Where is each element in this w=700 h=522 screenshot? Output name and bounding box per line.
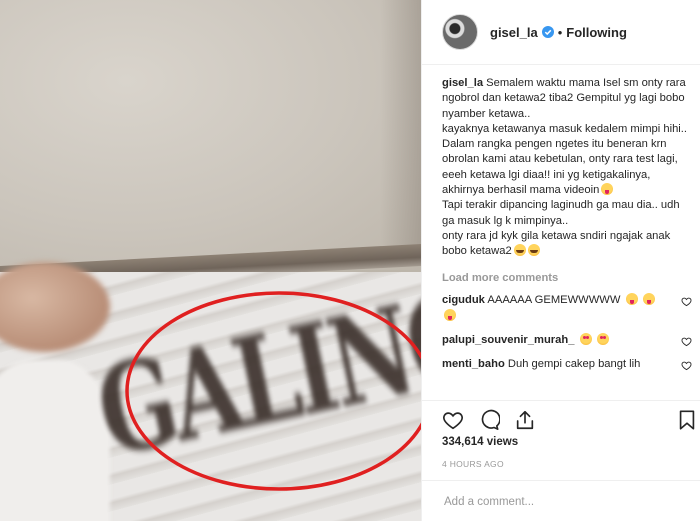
media-wall — [0, 0, 421, 270]
heart-icon[interactable] — [442, 409, 464, 431]
tongue-emoji-icon — [642, 292, 655, 305]
comment-bubble-icon[interactable] — [478, 409, 500, 431]
laughing-emoji-icon — [513, 244, 526, 257]
post-timestamp[interactable]: 4 HOURS AGO — [442, 459, 504, 469]
add-comment-input[interactable] — [442, 491, 686, 513]
tongue-emoji-icon — [444, 308, 456, 321]
comment-like-heart-icon[interactable] — [681, 360, 692, 371]
following-button[interactable]: Following — [566, 25, 627, 40]
comment-text: AAAAAA GEMEWWWWW — [487, 293, 621, 306]
post-media[interactable]: GALING — [0, 0, 421, 521]
avatar[interactable] — [442, 14, 478, 50]
tongue-emoji-icon — [625, 292, 638, 305]
comment-item: menti_baho Duh gempi cakep bangt lih — [442, 356, 692, 372]
comment-username[interactable]: menti_baho — [442, 358, 505, 370]
view-count[interactable]: 334,614 views — [442, 436, 518, 448]
header-username[interactable]: gisel_la — [490, 25, 538, 40]
add-comment-bar — [422, 480, 700, 522]
caption-line-4: onty rara jd kyk gila ketawa sndiri ngaj… — [442, 229, 671, 258]
post-caption: gisel_la Semalem waktu mama Isel sm onty… — [442, 76, 692, 260]
laughing-emoji-icon — [527, 244, 540, 257]
tongue-emoji-icon — [601, 183, 614, 196]
load-more-comments-button[interactable]: Load more comments — [442, 272, 692, 284]
comments-area: gisel_la Semalem waktu mama Isel sm onty… — [442, 76, 692, 372]
comment-item: ciguduk AAAAAA GEMEWWWWW — [442, 292, 692, 324]
comment-username[interactable]: palupi_souvenir_murah_ — [442, 334, 574, 346]
post-side-panel: gisel_la • Following gisel_la Semalem wa… — [421, 0, 700, 521]
share-icon[interactable] — [514, 409, 536, 431]
comment-like-heart-icon[interactable] — [681, 296, 692, 307]
red-annotation-circle — [125, 291, 421, 491]
caption-author[interactable]: gisel_la — [442, 77, 483, 89]
comment-item: palupi_souvenir_murah_ — [442, 332, 692, 348]
comment-username[interactable]: ciguduk — [442, 294, 485, 306]
heart-eyes-emoji-icon — [596, 332, 609, 345]
heart-eyes-emoji-icon — [579, 332, 592, 345]
post-header: gisel_la • Following — [422, 0, 700, 65]
header-separator: • — [557, 24, 563, 40]
comment-text: Duh gempi cakep bangt lih — [507, 357, 641, 370]
caption-line-2: kayaknya ketawanya masuk kedalem mimpi h… — [442, 122, 687, 197]
action-icons — [422, 401, 700, 437]
verified-badge-icon — [541, 26, 554, 38]
bookmark-icon[interactable] — [676, 409, 698, 431]
media-shadow — [380, 0, 421, 250]
action-bar — [422, 400, 700, 437]
caption-line-3: Tapi terakir dipancing laginudh ga mau d… — [442, 199, 680, 227]
comment-like-heart-icon[interactable] — [681, 336, 692, 347]
